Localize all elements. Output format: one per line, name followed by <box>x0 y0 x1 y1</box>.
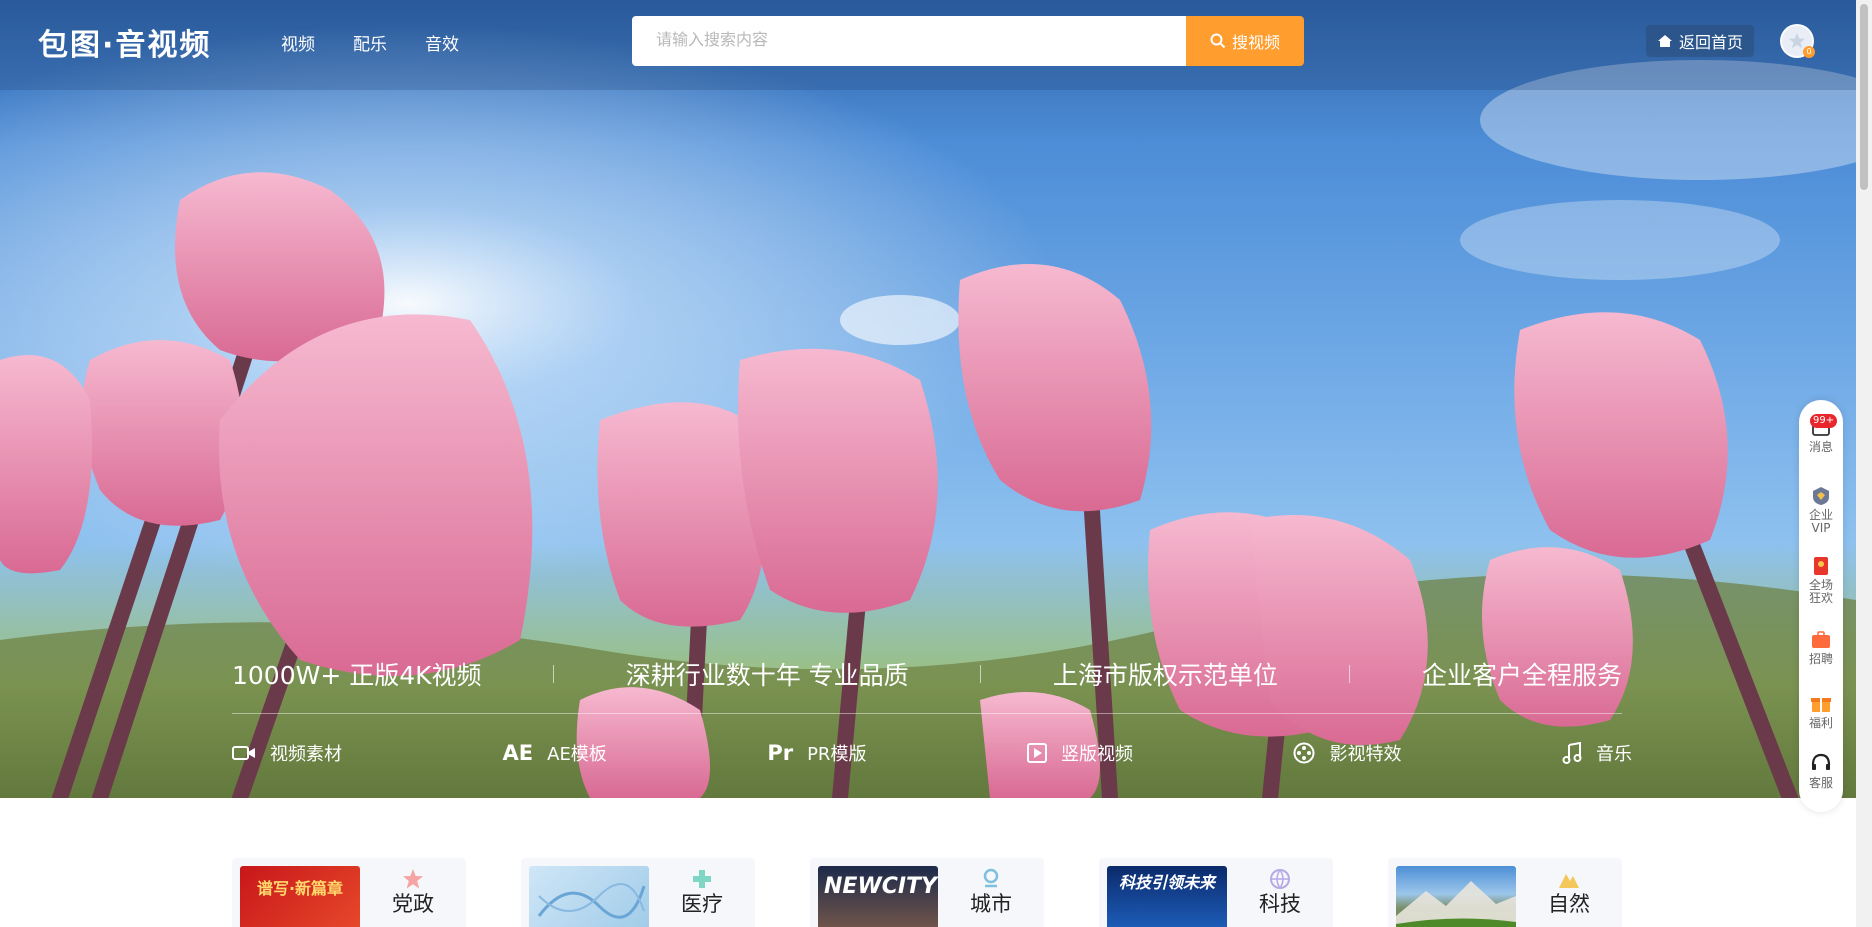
category-vertical-video[interactable]: 竖版视频 <box>1026 740 1133 766</box>
avatar-badge: 0 <box>1803 46 1815 58</box>
slogan-item: 企业客户全程服务 <box>1421 661 1622 690</box>
slogan-item: 深耕行业数十年 专业品质 <box>625 661 909 690</box>
category-label: 影视特效 <box>1329 744 1402 765</box>
play-square-icon <box>1026 743 1047 763</box>
card-label: 医疗 <box>681 892 723 916</box>
back-home-button[interactable]: 返回首页 <box>1646 25 1754 57</box>
slogan-divider <box>553 665 555 683</box>
industry-card-city[interactable]: NEWCITY 城市 <box>810 858 1044 927</box>
category-video-footage[interactable]: 视频素材 <box>232 740 342 766</box>
location-pin-icon <box>983 868 999 888</box>
home-icon <box>1657 35 1672 47</box>
page: 包图·音视频 视频 配乐 音效 搜视频 返回首页 <box>0 0 1872 927</box>
search-icon <box>1210 33 1226 49</box>
float-label: 客服 <box>1808 776 1833 790</box>
gift-icon <box>1811 698 1831 712</box>
user-avatar[interactable]: 0 <box>1780 24 1815 58</box>
nav-video[interactable]: 视频 <box>281 30 315 55</box>
category-pr-template[interactable]: Pr PR模版 <box>767 740 866 766</box>
card-label: 科技 <box>1259 892 1301 916</box>
globe-icon <box>1270 869 1290 890</box>
category-row: 视频素材 AE AE模板 Pr PR模版 竖版视频 影视特效 音乐 <box>232 740 1632 766</box>
industry-card-medical[interactable]: 医疗 <box>521 858 755 927</box>
category-label: PR模版 <box>807 744 867 765</box>
slogan-item: 1000W+ 正版4K视频 <box>232 661 482 690</box>
headset-icon <box>1811 753 1831 770</box>
right-float-toolbar: 99+ 消息 企业VIP 全场狂欢 招聘 福利 客服 <box>1799 400 1843 812</box>
message-badge: 99+ <box>1810 414 1838 428</box>
category-label: 视频素材 <box>270 744 342 765</box>
ae-icon: AE <box>502 741 534 765</box>
slogan-row: 1000W+ 正版4K视频 深耕行业数十年 专业品质 上海市版权示范单位 企业客… <box>232 656 1622 692</box>
nav-music[interactable]: 配乐 <box>353 30 387 55</box>
category-label: 竖版视频 <box>1060 744 1133 765</box>
category-visual-effects[interactable]: 影视特效 <box>1293 740 1401 766</box>
float-customer-service[interactable]: 客服 <box>1799 752 1843 790</box>
category-ae-template[interactable]: AE AE模板 <box>503 740 607 766</box>
star-icon <box>403 869 423 889</box>
float-label: 全场狂欢 <box>1808 578 1833 605</box>
float-label: 招聘 <box>1808 652 1833 666</box>
float-message[interactable]: 99+ 消息 <box>1799 414 1843 454</box>
search-button-label: 搜视频 <box>1231 35 1280 52</box>
hero-banner: 包图·音视频 视频 配乐 音效 搜视频 返回首页 <box>0 0 1856 798</box>
briefcase-icon <box>1812 631 1830 648</box>
float-recruit[interactable]: 招聘 <box>1799 630 1843 666</box>
float-welfare[interactable]: 福利 <box>1799 692 1843 730</box>
float-sale[interactable]: 全场狂欢 <box>1799 556 1843 605</box>
card-thumbnail: NEWCITY <box>818 866 938 927</box>
back-home-label: 返回首页 <box>1678 33 1743 52</box>
slogan-divider <box>1349 665 1351 683</box>
search-button[interactable]: 搜视频 <box>1186 16 1304 66</box>
slogan-divider <box>980 665 982 683</box>
nav-sound-effects[interactable]: 音效 <box>425 30 459 55</box>
float-label: 企业VIP <box>1808 508 1833 535</box>
search-input[interactable] <box>632 16 1186 66</box>
industry-card-nature[interactable]: 自然 <box>1388 858 1622 927</box>
red-envelope-icon <box>1814 557 1828 575</box>
pr-icon: Pr <box>767 741 794 765</box>
video-camera-icon <box>232 744 256 762</box>
float-label: 消息 <box>1808 440 1833 454</box>
industry-cards: 谱写·新篇章 党政 医疗 NEWCITY 城市 科技引领未来 科技 自然 <box>232 858 1622 927</box>
category-music[interactable]: 音乐 <box>1562 740 1632 766</box>
search-bar: 搜视频 <box>632 16 1304 66</box>
card-thumbnail <box>529 866 649 927</box>
vip-shield-icon <box>1813 487 1829 505</box>
card-label: 城市 <box>970 892 1012 916</box>
industry-card-technology[interactable]: 科技引领未来 科技 <box>1099 858 1333 927</box>
medical-cross-icon <box>693 870 711 888</box>
card-thumbnail <box>1396 866 1516 927</box>
card-label: 自然 <box>1548 892 1590 916</box>
hero-divider <box>232 713 1622 714</box>
float-label: 福利 <box>1808 716 1833 730</box>
music-note-icon <box>1562 742 1582 764</box>
mountain-icon <box>1559 874 1579 888</box>
site-logo[interactable]: 包图·音视频 <box>38 20 211 64</box>
card-thumbnail: 科技引领未来 <box>1107 866 1227 927</box>
category-label: AE模板 <box>547 744 607 765</box>
industry-card-politics[interactable]: 谱写·新篇章 党政 <box>232 858 466 927</box>
card-label: 党政 <box>392 892 434 916</box>
scrollbar-thumb[interactable] <box>1860 4 1868 190</box>
category-label: 音乐 <box>1596 744 1632 765</box>
float-enterprise-vip[interactable]: 企业VIP <box>1799 486 1843 535</box>
slogan-item: 上海市版权示范单位 <box>1052 661 1278 690</box>
film-reel-icon <box>1293 742 1315 764</box>
page-scrollbar[interactable] <box>1856 0 1872 927</box>
card-thumbnail: 谱写·新篇章 <box>240 866 360 927</box>
